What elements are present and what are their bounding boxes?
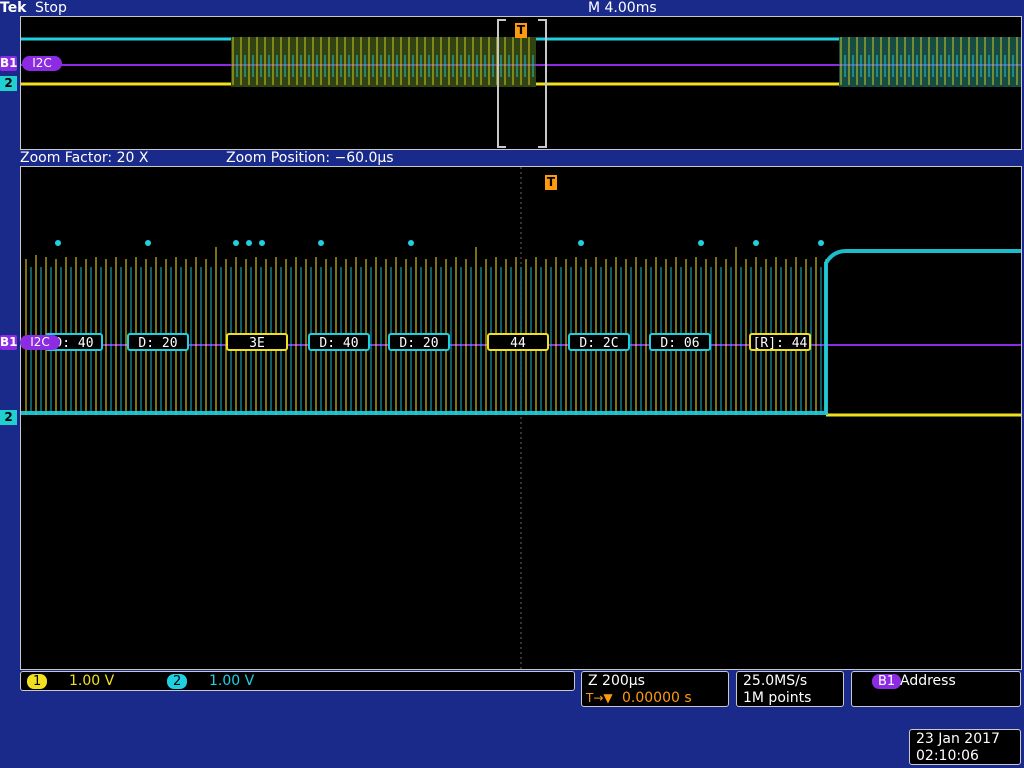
ch1-badge[interactable]: 1 <box>27 674 48 689</box>
time: 02:10:06 <box>916 748 979 764</box>
zoom-position-label: Zoom Position: −60.0µs <box>226 150 394 166</box>
overview-bus-label: I2C <box>22 56 62 71</box>
overview-trigger-marker: T <box>515 23 527 38</box>
decoded-packet[interactable]: 3E <box>226 333 288 351</box>
ch1-scale: 1.00 V <box>69 673 115 689</box>
trigger-source-badge: B1 <box>872 674 902 689</box>
decoded-packet[interactable]: D: 06 <box>649 333 711 351</box>
decoded-packet[interactable]: [R]: 44 <box>749 333 811 351</box>
datetime-box: 23 Jan 2017 02:10:06 <box>909 729 1021 765</box>
decoded-packet[interactable]: D: 2C <box>568 333 630 351</box>
zoom-ch2-marker[interactable]: 2 <box>0 410 17 425</box>
zoom-factor-label: Zoom Factor: 20 X <box>20 150 149 166</box>
overview-bus-marker[interactable]: B1 <box>0 56 18 71</box>
trigger-type: Address <box>900 673 956 689</box>
decoded-packet[interactable]: D: 20 <box>127 333 189 351</box>
zoom-trigger-marker: T <box>545 175 557 190</box>
overview-ch2-marker[interactable]: 2 <box>0 76 17 91</box>
zoom-traces <box>21 167 1021 669</box>
decoded-packet[interactable]: D: 20 <box>388 333 450 351</box>
zoom-bus-marker[interactable]: B1 <box>0 335 18 350</box>
record-length: 1M points <box>743 690 812 706</box>
overview-waveform[interactable]: T <box>20 16 1022 150</box>
tek-logo: Tek <box>0 0 27 16</box>
timebase-readout: M 4.00ms <box>588 0 657 16</box>
trigger-position: 0.00000 s <box>622 690 692 706</box>
trigger-box[interactable]: B1 Address <box>851 671 1021 707</box>
ch2-badge[interactable]: 2 <box>167 674 188 689</box>
zoom-bus-label: I2C <box>20 335 60 350</box>
decoded-packet[interactable]: 44 <box>487 333 549 351</box>
sample-rate: 25.0MS/s <box>743 673 808 689</box>
acquisition-box[interactable]: 25.0MS/s 1M points <box>736 671 844 707</box>
channel-scale-box[interactable]: 1 1.00 V 2 1.00 V <box>20 671 575 691</box>
horizontal-box[interactable]: Z 200µs T→▼ 0.00000 s <box>581 671 729 707</box>
date: 23 Jan 2017 <box>916 731 1000 747</box>
zoom-waveform[interactable]: T <box>20 166 1022 670</box>
run-state: Stop <box>35 0 67 16</box>
decoded-packet[interactable]: D: 40 <box>308 333 370 351</box>
ch2-scale: 1.00 V <box>209 673 255 689</box>
trigger-position-icon: T→▼ <box>586 691 613 705</box>
zoom-scale: Z 200µs <box>588 673 645 689</box>
